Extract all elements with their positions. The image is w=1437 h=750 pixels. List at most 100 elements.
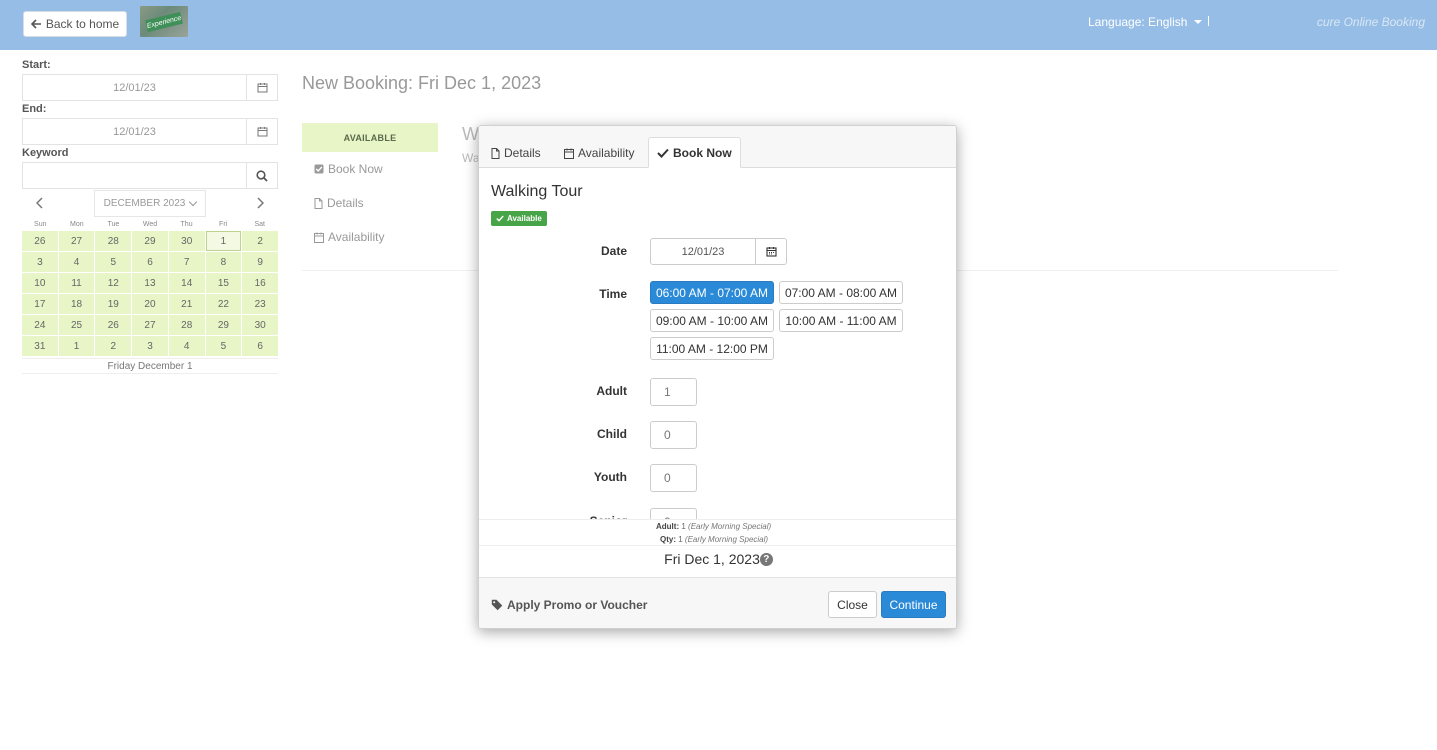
calendar-day[interactable]: 3 [22,252,58,272]
chevron-left-icon[interactable] [36,197,44,209]
side-link-label: Book Now [328,162,383,176]
calendar-day[interactable]: 4 [168,336,205,356]
calendar-day[interactable]: 5 [205,336,242,356]
back-to-home-button[interactable]: Back to home [23,11,127,37]
tab-book-now[interactable]: Book Now [648,137,741,168]
close-button[interactable]: Close [828,591,877,618]
calendar-day[interactable]: 30 [168,231,205,251]
top-header: Back to home Experience Language: Englis… [0,0,1437,50]
tab-details[interactable]: Details [483,138,549,168]
start-date-value[interactable]: 12/01/23 [23,75,246,100]
weekday-label: Mon [70,220,84,228]
calendar-day[interactable]: 14 [168,273,205,293]
file-icon [491,147,500,159]
calendar-day[interactable]: 31 [22,336,58,356]
calendar-day[interactable]: 26 [95,315,132,335]
start-date-field[interactable]: 12/01/23 [22,74,278,101]
booking-calendar-button[interactable] [755,239,786,264]
start-calendar-button[interactable] [246,75,277,100]
calendar-day-selected[interactable]: 1 [205,231,242,251]
calendar-day[interactable]: 1 [58,336,95,356]
mini-calendar: DECEMBER 2023 Sun Mon Tue Wed Thu Fri Sa… [22,190,278,374]
caret-down-icon [1194,20,1203,24]
logo-sign: Experience [145,11,183,33]
end-calendar-button[interactable] [246,119,277,144]
calendar-day[interactable]: 21 [168,294,205,314]
calendar-day[interactable]: 3 [132,336,168,356]
apply-promo-link[interactable]: Apply Promo or Voucher [491,598,647,612]
calendar-nav: DECEMBER 2023 [22,190,278,217]
calendar-day[interactable]: 25 [58,315,95,335]
calendar-day[interactable]: 4 [58,252,95,272]
calendar-day[interactable]: 16 [242,273,278,293]
status-badge: Available [491,211,547,226]
calendar-day[interactable]: 17 [22,294,58,314]
calendar-day[interactable]: 19 [95,294,132,314]
calendar-day[interactable]: 22 [205,294,242,314]
side-link-book-now[interactable]: Book Now [314,162,383,176]
calendar-day[interactable]: 8 [205,252,242,272]
tab-availability[interactable]: Availability [556,138,642,168]
company-logo[interactable]: Experience [140,6,188,37]
calendar-day[interactable]: 28 [168,315,205,335]
search-button[interactable] [246,163,277,188]
calendar-day[interactable]: 28 [95,231,132,251]
calendar-day[interactable]: 5 [95,252,132,272]
calendar-day[interactable]: 18 [58,294,95,314]
summary-adult-note: (Early Morning Special) [688,522,772,531]
month-select[interactable]: DECEMBER 2023 [94,190,206,217]
calendar-day[interactable]: 10 [22,273,58,293]
calendar-day[interactable]: 2 [242,231,278,251]
calendar-day[interactable]: 6 [242,336,278,356]
date-label: Date [600,244,627,258]
language-label: Language: English [1088,15,1188,29]
available-tile[interactable]: AVAILABLE [302,123,438,152]
side-link-details[interactable]: Details [314,196,364,210]
time-slot-selected[interactable]: 06:00 AM - 07:00 AM [650,281,774,304]
booking-date-field[interactable]: 12/01/23 [650,238,787,265]
calendar-day[interactable]: 24 [22,315,58,335]
language-dropdown[interactable]: Language: English [1088,15,1203,29]
calendar-day[interactable]: 27 [58,231,95,251]
weekday-label: Fri [219,220,228,228]
time-slot[interactable]: 09:00 AM - 10:00 AM [650,309,774,332]
booking-date-input[interactable]: 12/01/23 [651,239,755,264]
time-slot[interactable]: 07:00 AM - 08:00 AM [779,281,903,304]
modal-tabs: Details Availability Book Now [479,126,956,168]
calendar-day[interactable]: 12 [95,273,132,293]
end-date-field[interactable]: 12/01/23 [22,118,278,145]
calendar-day[interactable]: 27 [132,315,168,335]
status-badge-label: Available [507,214,542,223]
weekday-label: Tue [107,220,120,228]
calendar-day[interactable]: 23 [242,294,278,314]
calendar-day[interactable]: 13 [132,273,168,293]
keyword-field[interactable] [22,162,278,189]
calendar-day[interactable]: 15 [205,273,242,293]
keyword-input[interactable] [23,163,246,188]
time-slot[interactable]: 11:00 AM - 12:00 PM [650,337,774,360]
calendar-day[interactable]: 29 [132,231,168,251]
calendar-day[interactable]: 20 [132,294,168,314]
side-link-availability[interactable]: Availability [314,230,384,244]
question-circle-icon[interactable]: ? [759,552,773,566]
youth-quantity-input[interactable]: 0 [650,464,697,492]
child-quantity-input[interactable]: 0 [650,421,697,449]
time-slot[interactable]: 10:00 AM - 11:00 AM [779,309,903,332]
side-link-label: Availability [328,230,385,244]
calendar-day[interactable]: 6 [132,252,168,272]
price-summary: Adult: 1 (Early Morning Special) Qty: 1 … [479,519,956,546]
continue-button[interactable]: Continue [881,591,946,618]
tab-label: Availability [578,146,635,160]
calendar-day[interactable]: 30 [242,315,278,335]
calendar-day[interactable]: 7 [168,252,205,272]
calendar-day[interactable]: 11 [58,273,95,293]
calendar-day[interactable]: 26 [22,231,58,251]
calendar-day[interactable]: 9 [242,252,278,272]
check-icon [496,215,504,222]
adult-quantity-input[interactable]: 1 [650,378,697,406]
end-date-value[interactable]: 12/01/23 [23,119,246,144]
tab-label: Book Now [673,145,732,160]
calendar-day[interactable]: 2 [95,336,132,356]
calendar-day[interactable]: 29 [205,315,242,335]
chevron-right-icon[interactable] [256,197,264,209]
